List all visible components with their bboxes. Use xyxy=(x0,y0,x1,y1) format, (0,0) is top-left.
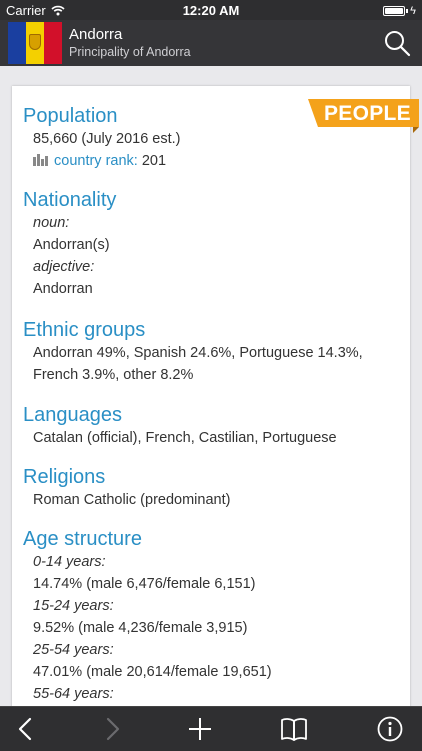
country-title: Andorra xyxy=(69,26,123,43)
bottom-toolbar xyxy=(0,706,422,751)
andorra-flag-icon xyxy=(8,22,62,64)
charging-icon: ϟ xyxy=(410,5,416,17)
bar-chart-icon xyxy=(33,154,48,166)
plus-icon[interactable] xyxy=(186,715,214,743)
content-scroll[interactable]: PEOPLE Population 85,660 (July 2016 est.… xyxy=(0,66,422,706)
age-group-value: 14.74% (male 6,476/female 6,151) xyxy=(33,576,256,592)
flag-stripe-red xyxy=(44,22,62,64)
flag-emblem-icon xyxy=(29,34,41,50)
noun-value: Andorran(s) xyxy=(33,237,110,253)
ethnic-groups-heading: Ethnic groups xyxy=(23,319,146,341)
info-icon[interactable] xyxy=(376,715,404,743)
people-ribbon: PEOPLE xyxy=(308,99,419,127)
status-bar: Carrier 12:20 AM ϟ xyxy=(0,0,422,20)
languages-heading: Languages xyxy=(23,404,122,426)
adjective-label: adjective: xyxy=(33,259,95,275)
age-group-label: 15-24 years: xyxy=(33,598,114,614)
section-languages: Languages Catalan (official), French, Ca… xyxy=(23,403,337,449)
chevron-right-icon[interactable] xyxy=(98,715,126,743)
country-rank-value: 201 xyxy=(141,153,167,169)
population-value: 85,660 (July 2016 est.) xyxy=(33,131,181,147)
age-group-label: 55-64 years: xyxy=(33,686,114,702)
nav-bar: Andorra Principality of Andorra xyxy=(0,20,422,66)
age-group-label: 0-14 years: xyxy=(33,554,106,570)
section-nationality: Nationality noun: Andorran(s) adjective:… xyxy=(23,188,116,300)
ethnic-groups-line-1: Andorran 49%, Spanish 24.6%, Portuguese … xyxy=(33,345,363,361)
book-icon[interactable] xyxy=(280,715,308,743)
search-icon[interactable] xyxy=(382,28,412,58)
section-religions: Religions Roman Catholic (predominant) xyxy=(23,465,230,511)
population-rank[interactable]: country rank: 201 xyxy=(33,150,181,172)
age-structure-heading: Age structure xyxy=(23,528,142,550)
flag-stripe-blue xyxy=(8,22,26,64)
nationality-heading: Nationality xyxy=(23,189,117,211)
religions-heading: Religions xyxy=(23,466,106,488)
age-group-value: 47.01% (male 20,614/female 19,651) xyxy=(33,664,272,680)
section-age-structure: Age structure 0-14 years: 14.74% (male 6… xyxy=(23,527,272,705)
status-time: 12:20 AM xyxy=(182,3,240,18)
adjective-value: Andorran xyxy=(33,281,93,297)
religions-value: Roman Catholic (predominant) xyxy=(33,492,231,508)
age-group-value: 9.52% (male 4,236/female 3,915) xyxy=(33,620,248,636)
ribbon-fold xyxy=(413,127,419,133)
country-subtitle: Principality of Andorra xyxy=(69,45,191,59)
languages-value: Catalan (official), French, Castilian, P… xyxy=(33,430,337,446)
section-ethnic-groups: Ethnic groups Andorran 49%, Spanish 24.6… xyxy=(23,318,363,386)
noun-label: noun: xyxy=(33,215,70,231)
population-heading: Population xyxy=(23,105,118,127)
ethnic-groups-line-2: French 3.9%, other 8.2% xyxy=(33,367,194,383)
age-group-label: 25-54 years: xyxy=(33,642,114,658)
chevron-left-icon[interactable] xyxy=(12,715,40,743)
country-rank-link[interactable]: country rank: xyxy=(54,153,138,169)
section-population: Population 85,660 (July 2016 est.) count… xyxy=(23,104,181,172)
battery-icon: ϟ xyxy=(383,5,416,17)
